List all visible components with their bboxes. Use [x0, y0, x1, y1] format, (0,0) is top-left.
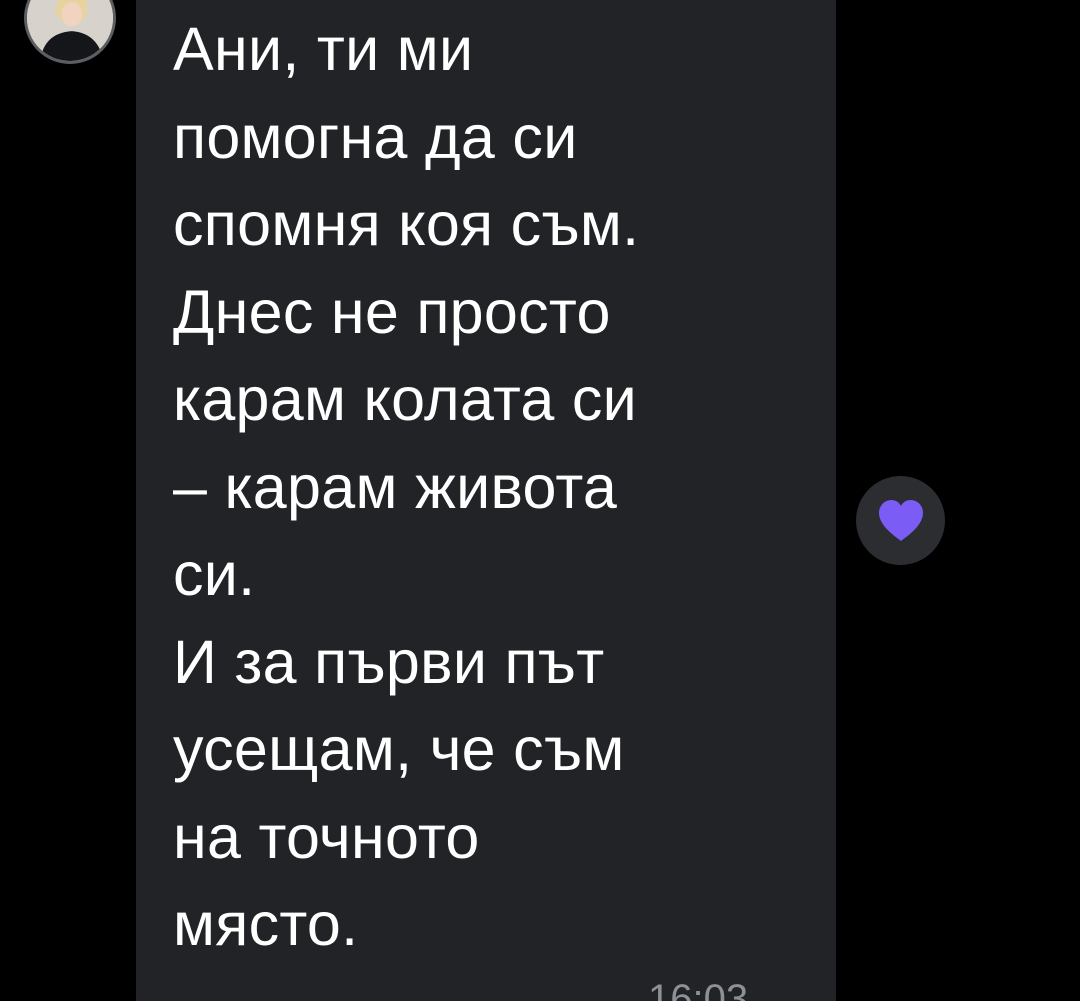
- sender-avatar[interactable]: [24, 0, 116, 64]
- message-timestamp: 16:03: [648, 977, 749, 1001]
- message-line: Ани, ти ми: [173, 15, 474, 83]
- message-line: на точното: [173, 802, 480, 871]
- message-line: И за първи път: [173, 627, 605, 696]
- message-line: спомня коя съм.: [173, 190, 640, 258]
- message-line: Днес не просто: [173, 277, 611, 346]
- chat-screen: Ани, ти ми помогна да си спомня коя съм.…: [0, 0, 1080, 1001]
- message-line: място.: [173, 890, 359, 958]
- reaction-badge[interactable]: [856, 476, 945, 565]
- heart-icon: [878, 499, 923, 541]
- message-text: Ани, ти ми помогна да си спомня коя съм.…: [173, 6, 813, 969]
- message-line: усещам, че съм: [173, 715, 625, 783]
- message-line: – карам живота: [173, 452, 618, 521]
- message-line: карам колата си: [173, 365, 638, 433]
- message-line: помогна да си: [173, 102, 578, 171]
- profile-photo-image: [27, 0, 113, 61]
- message-line: си.: [173, 540, 256, 608]
